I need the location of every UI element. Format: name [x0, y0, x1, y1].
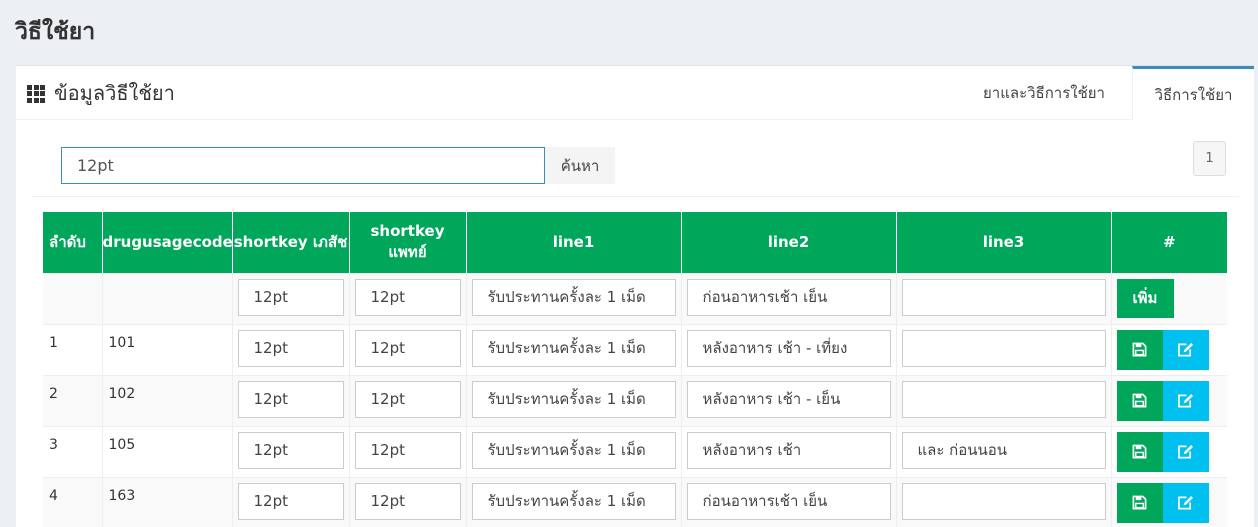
header-code: drugusagecode [102, 212, 233, 273]
tab-usage-method[interactable]: วิธีการใช้ยา [1132, 66, 1254, 120]
edit-icon [1178, 342, 1193, 357]
line1-input[interactable]: รับประทานครั้งละ 1 เม็ด [471, 380, 676, 418]
line1-input[interactable]: รับประทานครั้งละ 1 เม็ด [471, 431, 676, 469]
shortkey-pharm-input[interactable]: 12pt [237, 431, 344, 469]
save-icon [1132, 342, 1147, 357]
line2-input[interactable]: หลังอาหาร เช้า - เที่ยง [686, 329, 891, 367]
header-line3: line3 [896, 212, 1112, 273]
header-line1: line1 [466, 212, 682, 273]
edit-button[interactable] [1162, 482, 1209, 523]
tab-drug-and-usage[interactable]: ยาและวิธีการใช้ยา [956, 66, 1132, 120]
edit-button[interactable] [1162, 380, 1209, 421]
search-button[interactable]: ค้นหา [545, 147, 615, 184]
add-button[interactable]: เพิ่ม [1116, 278, 1174, 318]
new-shortkey-doctor-input[interactable]: 12pt [354, 278, 461, 316]
new-row-code [102, 272, 233, 324]
table-header-row: ลำดับ drugusagecode shortkey เภสัช short… [43, 212, 1227, 273]
line1-input[interactable]: รับประทานครั้งละ 1 เม็ด [471, 482, 676, 520]
header-no: ลำดับ [43, 212, 103, 273]
table-row: 4 163 12pt 12pt รับประทานครั้งละ 1 เม็ด … [43, 476, 1227, 527]
shortkey-doctor-input[interactable]: 12pt [354, 329, 461, 367]
new-shortkey-pharm-input[interactable]: 12pt [237, 278, 344, 316]
panel-title-text: ข้อมูลวิธีใช้ยา [54, 81, 175, 105]
drug-usage-table: ลำดับ drugusagecode shortkey เภสัช short… [43, 212, 1227, 527]
header-shortkey-pharm: shortkey เภสัช [232, 212, 350, 273]
header-shortkey-doctor: shortkey แพทย์ [349, 212, 467, 273]
line3-input[interactable]: และ ก่อนนอน [901, 431, 1106, 469]
header-actions: # [1111, 212, 1227, 273]
new-row: 12pt 12pt รับประทานครั้งละ 1 เม็ด ก่อนอา… [43, 272, 1227, 324]
panel-title: ข้อมูลวิธีใช้ยา [27, 77, 175, 109]
pagination-page-1[interactable]: 1 [1193, 141, 1226, 176]
table-row: 1 101 12pt 12pt รับประทานครั้งละ 1 เม็ด … [43, 323, 1227, 375]
header-line2: line2 [681, 212, 897, 273]
line2-input[interactable]: หลังอาหาร เช้า - เย็น [686, 380, 891, 418]
row-no: 2 [43, 374, 103, 426]
edit-icon [1178, 495, 1193, 510]
line2-input[interactable]: ก่อนอาหารเช้า เย็น [686, 482, 891, 520]
row-code: 101 [102, 323, 233, 375]
new-row-no [43, 272, 103, 324]
shortkey-doctor-input[interactable]: 12pt [354, 482, 461, 520]
divider [31, 196, 1239, 197]
edit-icon [1178, 444, 1193, 459]
row-code: 163 [102, 476, 233, 527]
edit-button[interactable] [1162, 329, 1209, 370]
row-no: 3 [43, 425, 103, 477]
line3-input[interactable] [901, 482, 1106, 520]
shortkey-doctor-input[interactable]: 12pt [354, 431, 461, 469]
table-row: 2 102 12pt 12pt รับประทานครั้งละ 1 เม็ด … [43, 374, 1227, 426]
grid-icon [27, 84, 45, 103]
save-button[interactable] [1116, 329, 1163, 370]
save-button[interactable] [1116, 380, 1163, 421]
new-line1-input[interactable]: รับประทานครั้งละ 1 เม็ด [471, 278, 676, 316]
line2-input[interactable]: หลังอาหาร เช้า [686, 431, 891, 469]
line3-input[interactable] [901, 329, 1106, 367]
shortkey-pharm-input[interactable]: 12pt [237, 380, 344, 418]
save-icon [1132, 495, 1147, 510]
shortkey-pharm-input[interactable]: 12pt [237, 329, 344, 367]
line1-input[interactable]: รับประทานครั้งละ 1 เม็ด [471, 329, 676, 367]
row-code: 102 [102, 374, 233, 426]
row-code: 105 [102, 425, 233, 477]
edit-button[interactable] [1162, 431, 1209, 472]
save-button[interactable] [1116, 482, 1163, 523]
row-no: 1 [43, 323, 103, 375]
panel-header: ข้อมูลวิธีใช้ยา ยาและวิธีการใช้ยา วิธีกา… [16, 66, 1254, 120]
table-row: 3 105 12pt 12pt รับประทานครั้งละ 1 เม็ด … [43, 425, 1227, 477]
save-icon [1132, 393, 1147, 408]
edit-icon [1178, 393, 1193, 408]
shortkey-pharm-input[interactable]: 12pt [237, 482, 344, 520]
search-input[interactable] [61, 147, 545, 184]
new-line2-input[interactable]: ก่อนอาหารเช้า เย็น [686, 278, 891, 316]
shortkey-doctor-input[interactable]: 12pt [354, 380, 461, 418]
drug-usage-panel: ข้อมูลวิธีใช้ยา ยาและวิธีการใช้ยา วิธีกา… [16, 65, 1254, 527]
save-icon [1132, 444, 1147, 459]
new-line3-input[interactable] [901, 278, 1106, 316]
row-no: 4 [43, 476, 103, 527]
save-button[interactable] [1116, 431, 1163, 472]
line3-input[interactable] [901, 380, 1106, 418]
page-title: วิธีใช้ยา [15, 19, 96, 45]
